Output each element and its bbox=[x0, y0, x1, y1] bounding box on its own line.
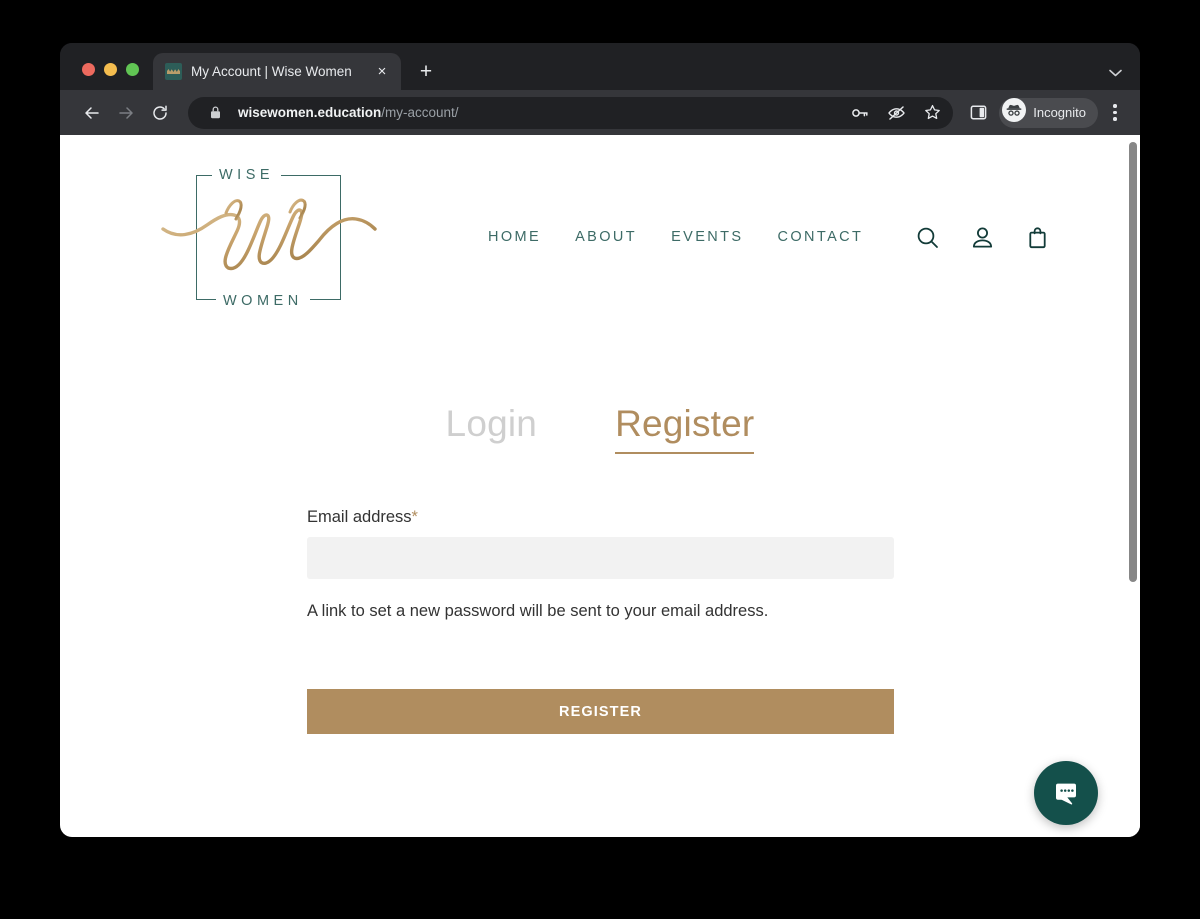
back-arrow-icon[interactable] bbox=[76, 97, 108, 129]
chat-bubble-button[interactable] bbox=[1034, 761, 1098, 825]
page-scrollbar-track[interactable] bbox=[1126, 135, 1140, 837]
forward-arrow-icon[interactable] bbox=[110, 97, 142, 129]
email-label-text: Email address bbox=[307, 508, 412, 526]
email-label: Email address* bbox=[307, 508, 894, 527]
nav-link-events[interactable]: EVENTS bbox=[671, 229, 743, 245]
url-domain: wisewomen.education bbox=[238, 105, 382, 120]
register-button[interactable]: REGISTER bbox=[307, 689, 894, 735]
minimize-window-button[interactable] bbox=[104, 63, 117, 76]
required-marker: * bbox=[411, 508, 418, 526]
new-tab-button[interactable]: + bbox=[411, 56, 441, 86]
page-viewport: WISE WOMEN HOME ABOUT EVENTS CONTACT Log… bbox=[60, 135, 1140, 837]
close-window-button[interactable] bbox=[82, 63, 95, 76]
browser-tab[interactable]: My Account | Wise Women × bbox=[153, 53, 401, 90]
register-form: Email address* A link to set a new passw… bbox=[306, 508, 894, 735]
maximize-window-button[interactable] bbox=[126, 63, 139, 76]
incognito-indicator[interactable]: Incognito bbox=[999, 97, 1098, 128]
password-hint: A link to set a new password will be sen… bbox=[307, 602, 769, 620]
window-traffic-lights bbox=[60, 63, 153, 90]
eye-crossed-icon[interactable] bbox=[883, 100, 909, 126]
account-section: Login Register Email address* A link to … bbox=[60, 403, 1140, 735]
logo-word-women: WOMEN bbox=[216, 292, 310, 309]
close-icon[interactable]: × bbox=[371, 61, 393, 83]
logo-word-wise: WISE bbox=[212, 166, 282, 183]
incognito-avatar-icon bbox=[1002, 98, 1027, 127]
lock-icon[interactable] bbox=[202, 100, 228, 126]
browser-window: My Account | Wise Women × + wisewomen.ed… bbox=[60, 43, 1140, 837]
chrome-menu-icon[interactable] bbox=[1102, 98, 1128, 128]
url-text[interactable]: wisewomen.education/my-account/ bbox=[238, 105, 837, 120]
site-header: WISE WOMEN HOME ABOUT EVENTS CONTACT bbox=[60, 135, 1140, 315]
side-panel-icon[interactable] bbox=[963, 98, 993, 128]
page-scrollbar-thumb[interactable] bbox=[1129, 142, 1137, 582]
logo-monogram-ww bbox=[161, 198, 377, 270]
nav-link-contact[interactable]: CONTACT bbox=[777, 229, 863, 245]
search-icon[interactable] bbox=[915, 225, 940, 250]
tab-register[interactable]: Register bbox=[615, 403, 755, 454]
wise-women-favicon bbox=[165, 63, 182, 80]
nav-link-home[interactable]: HOME bbox=[488, 229, 541, 245]
tab-login[interactable]: Login bbox=[446, 403, 538, 445]
site-logo[interactable]: WISE WOMEN bbox=[160, 165, 378, 310]
chevron-down-icon[interactable] bbox=[1109, 66, 1122, 79]
tab-title: My Account | Wise Women bbox=[191, 64, 352, 79]
cart-bag-icon[interactable] bbox=[1025, 225, 1050, 250]
url-path: /my-account/ bbox=[381, 105, 459, 120]
reload-icon[interactable] bbox=[144, 97, 176, 129]
password-key-icon[interactable] bbox=[847, 100, 873, 126]
star-icon[interactable] bbox=[919, 100, 945, 126]
address-bar[interactable]: wisewomen.education/my-account/ bbox=[188, 96, 954, 129]
browser-toolbar: wisewomen.education/my-account/ Incognit… bbox=[60, 90, 1140, 135]
auth-tabs: Login Register bbox=[60, 403, 1140, 454]
account-icon[interactable] bbox=[970, 225, 995, 250]
email-input[interactable] bbox=[307, 537, 894, 579]
header-icons bbox=[915, 225, 1050, 250]
tab-strip: My Account | Wise Women × + bbox=[60, 43, 1140, 90]
nav-link-about[interactable]: ABOUT bbox=[575, 229, 637, 245]
chat-bubble-icon bbox=[1056, 783, 1076, 805]
incognito-label: Incognito bbox=[1033, 105, 1086, 120]
site-nav: HOME ABOUT EVENTS CONTACT bbox=[488, 229, 863, 245]
